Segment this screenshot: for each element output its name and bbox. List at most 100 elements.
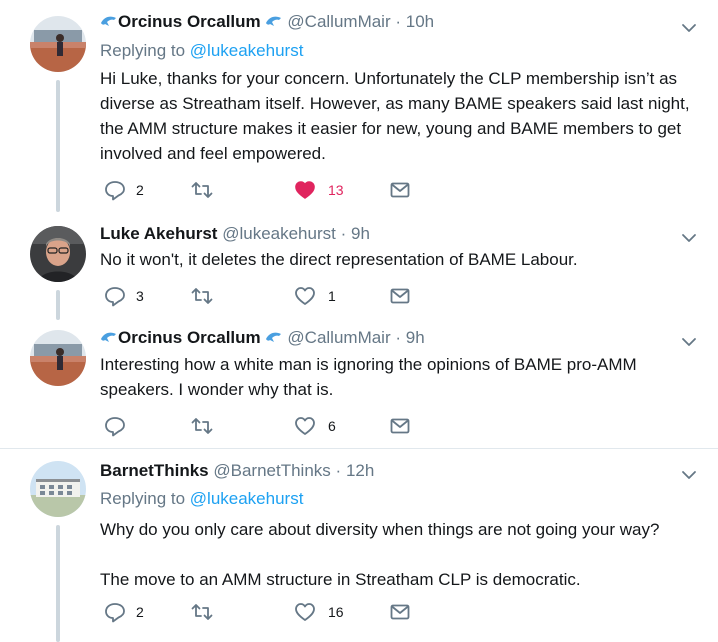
retweet-button[interactable] bbox=[190, 600, 224, 624]
message-button[interactable] bbox=[389, 284, 411, 308]
retweet-icon bbox=[191, 182, 213, 198]
timestamp[interactable]: 9h bbox=[351, 224, 370, 243]
dolphin-emoji-icon bbox=[100, 329, 118, 343]
like-button[interactable]: 16 bbox=[294, 600, 344, 624]
chevron-down-icon[interactable] bbox=[681, 467, 697, 483]
heart-icon bbox=[295, 603, 315, 621]
reply-icon bbox=[105, 287, 125, 307]
chevron-down-icon[interactable] bbox=[681, 230, 697, 246]
tweet-text: Interesting how a white man is ignoring … bbox=[100, 352, 700, 402]
dolphin-emoji-icon bbox=[265, 329, 283, 343]
like-button[interactable]: 6 bbox=[294, 414, 336, 438]
like-count: 1 bbox=[328, 288, 336, 304]
tweet-actions: 3 1 bbox=[100, 284, 420, 308]
tweet-text-line: The move to an AMM structure in Streatha… bbox=[100, 570, 581, 589]
author-handle[interactable]: @CallumMair bbox=[287, 328, 390, 347]
avatar[interactable] bbox=[30, 461, 86, 517]
retweet-icon bbox=[191, 418, 213, 434]
like-count: 13 bbox=[328, 182, 344, 198]
message-button[interactable] bbox=[389, 178, 411, 202]
dolphin-emoji-icon bbox=[100, 13, 118, 27]
tweet-text: Why do you only care about diversity whe… bbox=[100, 517, 700, 592]
replying-to-link[interactable]: @lukeakehurst bbox=[190, 41, 304, 60]
tweet-text-line: speakers. I wonder why that is. bbox=[100, 380, 334, 399]
tweet-text-line: Interesting how a white man is ignoring … bbox=[100, 355, 637, 374]
reply-button[interactable]: 2 bbox=[104, 600, 144, 624]
tweet[interactable]: Luke Akehurst @lukeakehurst · 9h No it w… bbox=[0, 200, 718, 320]
reply-button[interactable]: 2 bbox=[104, 178, 144, 202]
author-handle[interactable]: @BarnetThinks bbox=[213, 461, 330, 480]
reply-count: 2 bbox=[136, 182, 144, 198]
heart-icon bbox=[295, 181, 315, 199]
author-name[interactable]: BarnetThinks bbox=[100, 461, 209, 480]
retweet-icon bbox=[191, 288, 213, 304]
chevron-down-icon[interactable] bbox=[681, 334, 697, 350]
avatar[interactable] bbox=[30, 330, 86, 386]
message-icon bbox=[390, 182, 410, 198]
avatar[interactable] bbox=[30, 226, 86, 282]
like-count: 16 bbox=[328, 604, 344, 620]
tweet-text-line: Hi Luke, thanks for your concern. Unfort… bbox=[100, 69, 678, 88]
author-name[interactable]: Orcinus Orcallum bbox=[118, 328, 261, 347]
retweet-icon bbox=[191, 604, 213, 620]
separator-dot: · bbox=[340, 224, 347, 243]
message-button[interactable] bbox=[389, 414, 411, 438]
replying-to-prefix: Replying to bbox=[100, 41, 190, 60]
tweet-text-line: diverse as Streatham itself. However, as… bbox=[100, 94, 690, 113]
dolphin-emoji-icon bbox=[265, 13, 283, 27]
message-icon bbox=[390, 288, 410, 304]
tweet-actions: 2 13 bbox=[100, 178, 420, 202]
thread-line bbox=[56, 80, 60, 210]
heart-icon bbox=[295, 417, 315, 435]
tweet-text: Hi Luke, thanks for your concern. Unfort… bbox=[100, 66, 700, 166]
thread-line bbox=[56, 290, 60, 320]
reply-icon bbox=[105, 603, 125, 623]
retweet-button[interactable] bbox=[190, 414, 224, 438]
message-button[interactable] bbox=[389, 600, 411, 624]
tweet-header: Orcinus Orcallum @CallumMair · 10h bbox=[100, 12, 434, 32]
timestamp[interactable]: 10h bbox=[406, 12, 434, 31]
tweet-text-line: involved and feel empowered. bbox=[100, 144, 326, 163]
timestamp[interactable]: 12h bbox=[346, 461, 374, 480]
tweet-header: Luke Akehurst @lukeakehurst · 9h bbox=[100, 224, 370, 244]
author-name[interactable]: Orcinus Orcallum bbox=[118, 12, 261, 31]
retweet-button[interactable] bbox=[190, 178, 224, 202]
separator-dot: · bbox=[395, 328, 402, 347]
timestamp[interactable]: 9h bbox=[406, 328, 425, 347]
tweet[interactable]: BarnetThinks @BarnetThinks · 12h Replyin… bbox=[0, 449, 718, 642]
like-button[interactable]: 13 bbox=[294, 178, 344, 202]
chevron-down-icon[interactable] bbox=[681, 20, 697, 36]
message-icon bbox=[390, 418, 410, 434]
thread-line bbox=[56, 200, 60, 212]
replying-to: Replying to @lukeakehurst bbox=[100, 489, 303, 509]
message-icon bbox=[390, 604, 410, 620]
author-handle[interactable]: @lukeakehurst bbox=[222, 224, 336, 243]
reply-button[interactable]: 3 bbox=[104, 284, 144, 308]
separator-dot: · bbox=[395, 12, 402, 31]
tweet-text-line: No it won't, it deletes the direct repre… bbox=[100, 250, 578, 269]
avatar[interactable] bbox=[30, 16, 86, 72]
tweet[interactable]: Orcinus Orcallum @CallumMair · 9h Intere… bbox=[0, 320, 718, 448]
thread-line bbox=[56, 525, 60, 642]
tweet-text-line: the AMM structure makes it easier for ne… bbox=[100, 119, 682, 138]
tweet-header: BarnetThinks @BarnetThinks · 12h bbox=[100, 461, 374, 481]
author-handle[interactable]: @CallumMair bbox=[287, 12, 390, 31]
replying-to-link[interactable]: @lukeakehurst bbox=[190, 489, 304, 508]
author-name[interactable]: Luke Akehurst bbox=[100, 224, 217, 243]
tweet-actions: 6 bbox=[100, 414, 420, 438]
separator-dot: · bbox=[335, 461, 342, 480]
like-count: 6 bbox=[328, 418, 336, 434]
replying-to-prefix: Replying to bbox=[100, 489, 190, 508]
like-button[interactable]: 1 bbox=[294, 284, 336, 308]
reply-count: 2 bbox=[136, 604, 144, 620]
reply-count: 3 bbox=[136, 288, 144, 304]
reply-button[interactable] bbox=[104, 414, 136, 438]
tweet[interactable]: Orcinus Orcallum @CallumMair · 10h Reply… bbox=[0, 0, 718, 210]
reply-icon bbox=[105, 417, 125, 437]
retweet-button[interactable] bbox=[190, 284, 224, 308]
tweet-text-line: Why do you only care about diversity whe… bbox=[100, 520, 660, 539]
reply-icon bbox=[105, 181, 125, 201]
heart-icon bbox=[295, 287, 315, 305]
tweet-header: Orcinus Orcallum @CallumMair · 9h bbox=[100, 328, 425, 348]
tweet-actions: 2 16 bbox=[100, 600, 420, 624]
